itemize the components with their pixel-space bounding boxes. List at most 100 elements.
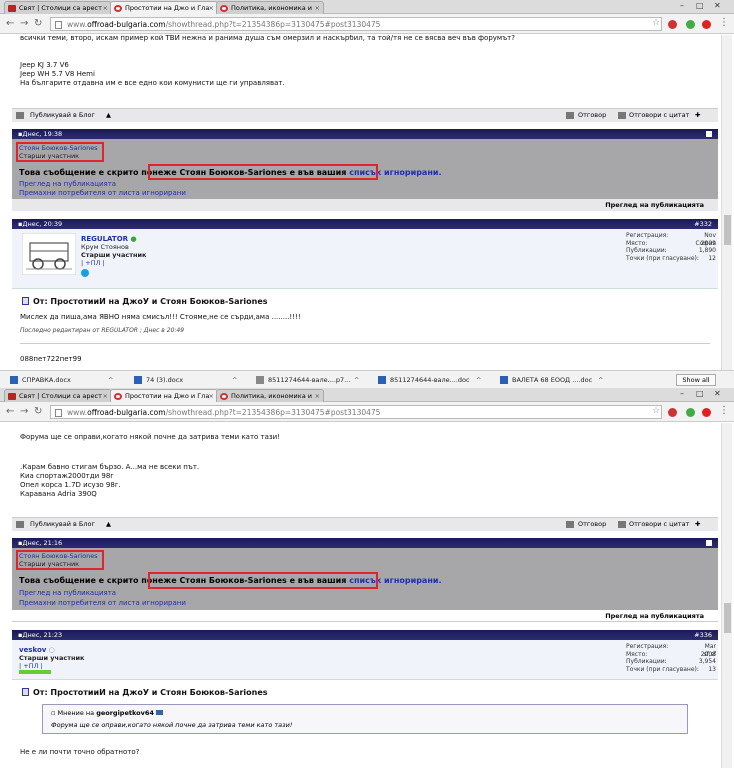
- download-item[interactable]: 8511274644-вале....doc ^: [378, 374, 481, 386]
- page-icon: [55, 21, 62, 29]
- scrollbar-thumb[interactable]: [724, 215, 731, 245]
- extension-icon[interactable]: [668, 408, 677, 417]
- address-bar[interactable]: www.offroad-bulgaria.com/showthread.php?…: [50, 17, 662, 31]
- back-icon[interactable]: ←: [6, 18, 14, 29]
- bookmark-star-icon[interactable]: ☆: [652, 18, 660, 28]
- highlight-box: [148, 572, 378, 589]
- blog-button[interactable]: Публикувай в Блог: [30, 518, 95, 531]
- quote-header: ▫ Мнение на georgipetkov64: [51, 709, 163, 717]
- extension-icon[interactable]: [686, 408, 695, 417]
- post-number[interactable]: #336: [694, 630, 712, 640]
- reputation-bar: [19, 670, 51, 674]
- edited-note: Последно редактиран от REGULATOR ; Днес …: [20, 327, 185, 334]
- view-post-button[interactable]: Преглед на публикацията: [12, 610, 718, 622]
- chevron-up-icon[interactable]: ^: [232, 374, 237, 386]
- view-post-button[interactable]: Преглед на публикацията: [12, 199, 718, 211]
- show-all-button[interactable]: Show all: [676, 374, 716, 386]
- warning-icon[interactable]: ▲: [106, 109, 111, 122]
- unignore-user-link[interactable]: Премахни потребителя от листа игнорирани: [19, 599, 186, 607]
- close-tab-icon[interactable]: ×: [315, 390, 320, 402]
- post-body: Мислех да пиша,ама ЯВНО няма смисъл!!! С…: [20, 313, 301, 321]
- quote-icon: [618, 521, 626, 528]
- close-tab-icon[interactable]: ×: [209, 2, 214, 14]
- minimize-icon[interactable]: –: [680, 389, 684, 398]
- view-post-link[interactable]: Преглед на публикацията: [19, 180, 116, 188]
- select-checkbox[interactable]: [706, 540, 712, 546]
- chevron-up-icon[interactable]: ^: [108, 374, 113, 386]
- bookmark-star-icon[interactable]: ☆: [652, 406, 660, 416]
- forward-icon[interactable]: →: [20, 406, 28, 417]
- close-tab-icon[interactable]: ×: [103, 390, 108, 402]
- reputation-link[interactable]: | +ПЛ |: [19, 662, 43, 670]
- menu-icon[interactable]: ⋮: [719, 17, 729, 28]
- maximize-icon[interactable]: □: [696, 389, 704, 398]
- chevron-up-icon[interactable]: ^: [598, 374, 603, 386]
- username-link[interactable]: veskov ○: [19, 646, 55, 654]
- extension-icon[interactable]: [702, 20, 711, 29]
- warning-icon[interactable]: ▲: [106, 518, 111, 531]
- close-window-icon[interactable]: ✕: [714, 389, 721, 398]
- avatar[interactable]: [22, 233, 76, 275]
- post-header: ▪Днес, 21:23 #336: [12, 630, 718, 640]
- reputation-link[interactable]: | +ПЛ |: [81, 259, 105, 267]
- reply-quote-button[interactable]: Отговори с цитат: [629, 109, 689, 122]
- download-item[interactable]: 74 (3).docx ^: [134, 374, 237, 386]
- extension-icon[interactable]: [686, 20, 695, 29]
- tab-svyat[interactable]: Свят | Столици са арест ×: [4, 1, 112, 14]
- multiquote-icon[interactable]: ✚: [695, 518, 700, 531]
- tab-svyat[interactable]: Свят | Столици са арест ×: [4, 389, 112, 402]
- reload-icon[interactable]: ↻: [34, 18, 42, 29]
- multiquote-icon[interactable]: ✚: [695, 109, 700, 122]
- view-post-link[interactable]: Преглед на публикацията: [19, 589, 116, 597]
- scrollbar[interactable]: [721, 423, 732, 768]
- back-icon[interactable]: ←: [6, 406, 14, 417]
- chevron-up-icon[interactable]: ^: [354, 374, 359, 386]
- highlight-box: [16, 550, 104, 570]
- scrollbar-thumb[interactable]: [724, 603, 731, 633]
- extension-icon[interactable]: [702, 408, 711, 417]
- forward-icon[interactable]: →: [20, 18, 28, 29]
- close-tab-icon[interactable]: ×: [315, 2, 320, 14]
- skype-icon[interactable]: [81, 269, 89, 277]
- minimize-icon[interactable]: –: [680, 1, 684, 10]
- close-window-icon[interactable]: ✕: [714, 1, 721, 10]
- tab-prostotii[interactable]: Простотии на Джо и Гла ×: [110, 1, 218, 14]
- blog-button[interactable]: Публикувай в Блог: [30, 109, 95, 122]
- chevron-up-icon[interactable]: ^: [476, 374, 481, 386]
- unignore-user-link[interactable]: Премахни потребителя от листа игнорирани: [19, 189, 186, 197]
- address-bar[interactable]: www.offroad-bulgaria.com/showthread.php?…: [50, 405, 662, 419]
- scrollbar[interactable]: [721, 35, 732, 370]
- reply-quote-button[interactable]: Отговори с цитат: [629, 518, 689, 531]
- ignored-post: Стоян Боюков-Sariones Старши участник То…: [12, 548, 718, 610]
- select-checkbox[interactable]: [706, 131, 712, 137]
- reply-button[interactable]: Отговор: [578, 109, 606, 122]
- post-header: ▪Днес, 20:39 #332: [12, 219, 718, 229]
- close-tab-icon[interactable]: ×: [209, 390, 214, 402]
- maximize-icon[interactable]: □: [696, 1, 704, 10]
- extension-icon[interactable]: [668, 20, 677, 29]
- document-icon: [22, 688, 29, 696]
- quote-author-link[interactable]: georgipetkov64: [96, 709, 154, 717]
- close-tab-icon[interactable]: ×: [103, 2, 108, 14]
- download-item[interactable]: СПРАВКА.docx ^: [10, 374, 113, 386]
- post-header: ▪Днес, 19:38: [12, 129, 718, 139]
- view-post-icon[interactable]: [155, 710, 163, 715]
- download-item[interactable]: 8511274644-вале....p7... ^: [256, 374, 359, 386]
- word-doc-icon: [10, 376, 18, 384]
- user-stats: Регистрация: Nov 2009 Място: София Публика…: [626, 232, 716, 262]
- username-link[interactable]: REGULATOR ●: [81, 235, 137, 243]
- tab-prostotii[interactable]: Простотии на Джо и Гла ×: [110, 389, 218, 402]
- quote-icon: [618, 112, 626, 119]
- post-footer: Публикувай в Блог ▲ Отговор Отговори с ц…: [12, 108, 718, 122]
- tab-politika[interactable]: Политика, икономика и ×: [216, 1, 324, 14]
- user-stats: Регистрация: Mar 2008 Място: sf,sf Публика…: [626, 643, 716, 673]
- download-item[interactable]: ВАЛЕТА 68 ЕООД ....doc ^: [500, 374, 603, 386]
- online-status-icon: ●: [130, 235, 137, 243]
- post-number[interactable]: #332: [694, 219, 712, 229]
- reply-button[interactable]: Отговор: [578, 518, 606, 531]
- reload-icon[interactable]: ↻: [34, 406, 42, 417]
- tab-bar: Свят | Столици са арест × Простотии на Дж…: [0, 388, 734, 402]
- user-rank: Старши участник: [81, 251, 147, 259]
- menu-icon[interactable]: ⋮: [719, 405, 729, 416]
- tab-politika[interactable]: Политика, икономика и ×: [216, 389, 324, 402]
